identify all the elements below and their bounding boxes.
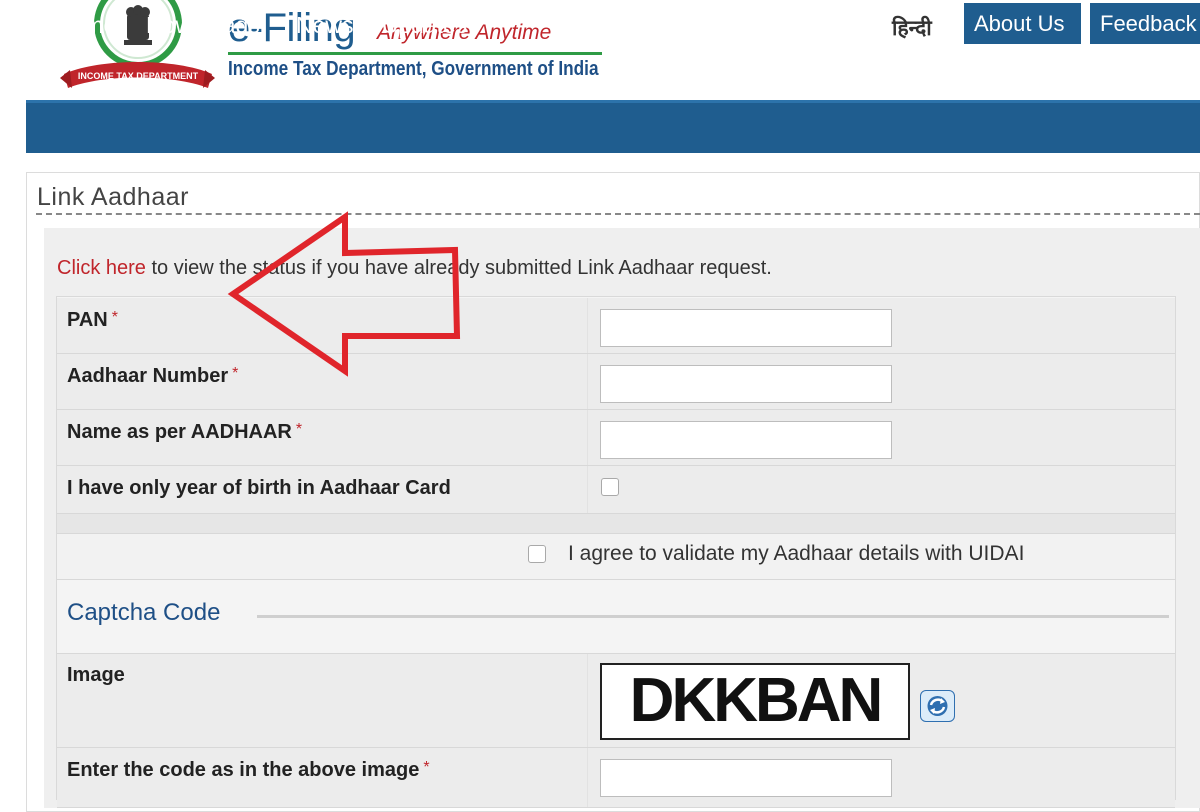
pan-input[interactable] (600, 309, 892, 347)
year-of-birth-label: I have only year of birth in Aadhaar Car… (67, 477, 451, 499)
name-label-text: Name as per AADHAAR (67, 421, 292, 443)
aadhaar-label: Aadhaar Number * (67, 365, 238, 388)
pan-label: PAN * (67, 309, 118, 332)
spacer-row (57, 514, 1175, 534)
brand-underline (228, 52, 602, 55)
captcha-image-label: Image (67, 664, 125, 686)
captcha-divider (257, 615, 1169, 618)
pan-label-text: PAN (67, 309, 108, 331)
captcha-image: DKKBAN (600, 663, 910, 740)
aadhaar-label-text: Aadhaar Number (67, 365, 229, 387)
required-mark: * (232, 365, 239, 382)
status-link[interactable]: Click here (57, 257, 146, 279)
captcha-input[interactable] (600, 759, 892, 797)
row-divider (587, 298, 588, 353)
captcha-entry-label: Enter the code as in the above image * (67, 759, 430, 782)
title-divider (36, 213, 1200, 215)
brand-subtitle: Income Tax Department, Government of Ind… (228, 58, 599, 80)
about-us-button[interactable]: About Us (964, 3, 1081, 44)
required-mark: * (295, 421, 303, 438)
captcha-section-title: Captcha Code (67, 599, 221, 626)
year-of-birth-checkbox[interactable] (601, 478, 619, 496)
captcha-entry-label-text: Enter the code as in the above image (67, 759, 420, 781)
nav-downloads[interactable]: Downloads (146, 12, 260, 39)
agree-uidai-checkbox[interactable] (528, 545, 546, 563)
required-mark: * (111, 309, 118, 326)
name-as-per-aadhaar-input[interactable] (600, 421, 892, 459)
row-divider (587, 748, 588, 807)
name-label: Name as per AADHAAR * (67, 421, 302, 444)
nav-home[interactable]: Home (55, 12, 116, 39)
agree-uidai-label: I agree to validate my Aadhaar details w… (568, 542, 1025, 565)
emblem-text: INCOME TAX DEPARTMENT (78, 71, 199, 81)
main-nav (26, 100, 1200, 153)
page-title: Link Aadhaar (37, 183, 189, 211)
row-divider (587, 466, 588, 513)
aadhaar-number-input[interactable] (600, 365, 892, 403)
row-divider (587, 654, 588, 747)
status-message: Click here to view the status if you hav… (57, 257, 772, 280)
row-divider (587, 354, 588, 409)
left-gutter (0, 0, 26, 800)
row-divider (587, 410, 588, 465)
required-mark: * (423, 759, 430, 776)
hindi-language-link[interactable]: हिन्दी (892, 14, 932, 42)
status-text: to view the status if you have already s… (145, 257, 772, 279)
nav-news-updates[interactable]: News & Updates (296, 12, 467, 39)
feedback-button[interactable]: Feedback (1090, 3, 1200, 44)
refresh-icon-glyph (927, 696, 948, 716)
nav-top-highlight (26, 100, 1200, 103)
refresh-icon[interactable] (920, 690, 955, 722)
